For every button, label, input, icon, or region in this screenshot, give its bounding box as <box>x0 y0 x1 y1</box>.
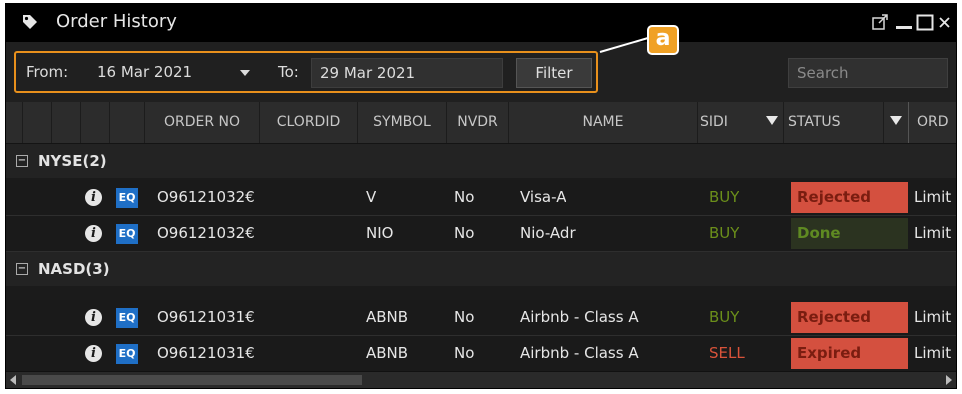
group-label: NASD(3) <box>38 260 110 278</box>
header-spacer <box>110 102 145 143</box>
column-header-nvdr[interactable]: NVDR <box>447 102 509 143</box>
symbol-cell: NIO <box>366 224 394 242</box>
name-cell: Airbnb - Class A <box>520 344 639 362</box>
name-cell: Airbnb - Class A <box>520 308 639 326</box>
nvdr-cell: No <box>454 308 475 326</box>
side-cell: SELL <box>709 344 745 362</box>
name-cell: Visa-A <box>520 188 567 206</box>
status-badge: Rejected <box>791 182 908 213</box>
header-spacer <box>6 102 23 143</box>
info-icon[interactable]: i <box>85 225 102 242</box>
scroll-left-icon[interactable] <box>10 375 16 385</box>
table-header: ORDER NO CLORDID SYMBOL NVDR NAME SIDI S… <box>6 102 956 144</box>
nvdr-cell: No <box>454 188 475 206</box>
column-header-name[interactable]: NAME <box>509 102 698 143</box>
eq-badge: EQ <box>116 188 138 208</box>
ord-type-cell: Limit <box>914 224 952 242</box>
header-spacer <box>23 102 52 143</box>
status-badge: Expired <box>791 338 908 369</box>
symbol-cell: ABNB <box>366 308 409 326</box>
ord-type-cell: Limit <box>914 188 952 206</box>
ord-type-cell: Limit <box>914 344 952 362</box>
status-badge: Rejected <box>791 302 908 333</box>
table-row[interactable]: i EQ O96121031€ ABNB No Airbnb - Class A… <box>6 300 956 336</box>
filter-icon[interactable] <box>890 116 902 125</box>
header-spacer <box>81 102 110 143</box>
column-header-status[interactable]: STATUS <box>784 102 884 143</box>
table-row[interactable]: i EQ O96121032€ V No Visa-A BUY Rejected… <box>6 180 956 216</box>
group-header-nyse[interactable]: − NYSE(2) <box>6 144 956 178</box>
status-filter-cell[interactable] <box>884 102 909 143</box>
scroll-right-icon[interactable] <box>946 375 952 385</box>
order-no-cell: O96121032€ <box>157 188 255 206</box>
filter-icon[interactable] <box>766 116 778 125</box>
group-header-nasd[interactable]: − NASD(3) <box>6 252 956 286</box>
info-icon[interactable]: i <box>85 345 102 362</box>
info-icon[interactable]: i <box>85 189 102 206</box>
side-cell: BUY <box>709 188 740 206</box>
group-label: NYSE(2) <box>38 152 107 170</box>
ord-type-cell: Limit <box>914 308 952 326</box>
collapse-icon[interactable]: − <box>16 155 28 167</box>
order-no-cell: O96121032€ <box>157 224 255 242</box>
table-row[interactable]: i EQ O96121032€ NIO No Nio-Adr BUY Done … <box>6 216 956 252</box>
collapse-icon[interactable]: − <box>16 263 28 275</box>
status-badge: Done <box>791 218 908 249</box>
symbol-cell: ABNB <box>366 344 409 362</box>
symbol-cell: V <box>366 188 377 206</box>
callout-marker: a <box>647 25 679 55</box>
side-cell: BUY <box>709 224 740 242</box>
column-header-symbol[interactable]: SYMBOL <box>358 102 447 143</box>
column-header-clordid[interactable]: CLORDID <box>260 102 358 143</box>
order-no-cell: O96121031€ <box>157 308 255 326</box>
column-header-side[interactable]: SIDI <box>698 102 784 143</box>
eq-badge: EQ <box>116 344 138 364</box>
order-no-cell: O96121031€ <box>157 344 255 362</box>
eq-badge: EQ <box>116 224 138 244</box>
callout-connector <box>599 37 649 53</box>
header-spacer <box>52 102 81 143</box>
nvdr-cell: No <box>454 224 475 242</box>
eq-badge: EQ <box>116 308 138 328</box>
name-cell: Nio-Adr <box>520 224 576 242</box>
column-header-ord[interactable]: ORD <box>909 102 956 143</box>
side-cell: BUY <box>709 308 740 326</box>
horizontal-scrollbar[interactable] <box>6 371 956 388</box>
scrollbar-thumb[interactable] <box>22 375 362 385</box>
nvdr-cell: No <box>454 344 475 362</box>
table-row[interactable]: i EQ O96121031€ ABNB No Airbnb - Class A… <box>6 336 956 372</box>
order-history-window: Order History From: 16 Mar 2021 To: 29 M… <box>5 3 957 389</box>
info-icon[interactable]: i <box>85 309 102 326</box>
column-header-order-no[interactable]: ORDER NO <box>145 102 260 143</box>
